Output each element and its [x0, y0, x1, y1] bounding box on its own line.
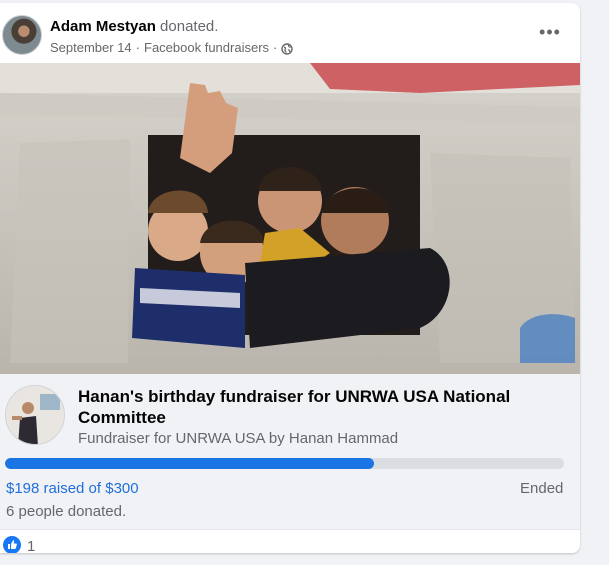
fundraiser-thumbnail[interactable] — [5, 385, 65, 445]
fundraiser-status: Ended — [520, 480, 564, 497]
post-meta: September 14 · Facebook fundraisers · — [50, 39, 294, 56]
more-options-button[interactable]: ••• — [534, 23, 566, 47]
feed-post: Adam Mestyan donated. September 14 · Fac… — [0, 3, 580, 553]
meta-separator: · — [135, 40, 141, 55]
author-name[interactable]: Adam Mestyan — [50, 18, 156, 35]
fundraiser-subtitle: Fundraiser for UNRWA USA by Hanan Hammad — [78, 430, 399, 447]
author-action: donated. — [160, 18, 219, 35]
fundraiser-photo[interactable] — [0, 63, 580, 374]
photo-illustration — [0, 63, 580, 374]
post-source[interactable]: Facebook fundraisers — [144, 39, 269, 56]
post-date[interactable]: September 14 — [50, 39, 132, 56]
author-avatar[interactable] — [2, 15, 42, 55]
amount-raised: $198 raised of $300 — [6, 480, 139, 497]
post-header: Adam Mestyan donated. September 14 · Fac… — [0, 3, 580, 63]
meta-separator-2: · — [273, 40, 278, 55]
globe-icon[interactable] — [281, 42, 294, 55]
author-line: Adam Mestyan donated. — [50, 17, 218, 36]
donor-count: 6 people donated. — [6, 503, 127, 520]
like-count[interactable]: 1 — [27, 538, 35, 553]
reactions-bar: 1 — [0, 529, 580, 553]
fundraiser-progress-fill — [5, 458, 374, 469]
like-icon[interactable] — [3, 536, 21, 553]
fundraiser-card[interactable]: Hanan's birthday fundraiser for UNRWA US… — [0, 374, 580, 529]
person-thumbnail-illustration — [6, 386, 64, 444]
fundraiser-title[interactable]: Hanan's birthday fundraiser for UNRWA US… — [78, 386, 548, 428]
fundraiser-progress-bar — [5, 458, 564, 469]
